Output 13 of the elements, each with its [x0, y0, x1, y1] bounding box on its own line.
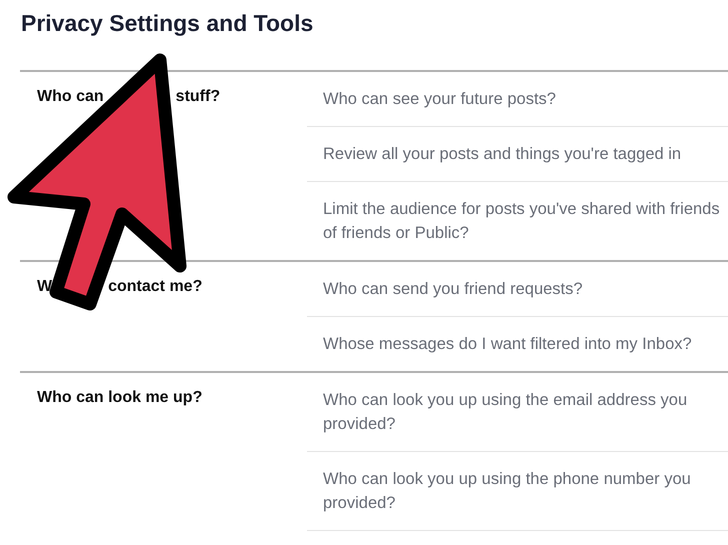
setting-link[interactable]: Who can look you up using the email address you provided?	[323, 388, 728, 436]
setting-link[interactable]: Who can see your future posts?	[323, 87, 556, 111]
setting-link[interactable]: Whose messages do I want filtered into my Inbox?	[323, 332, 692, 356]
section-label: Who can	[37, 88, 104, 106]
section-label: W	[37, 278, 52, 296]
setting-link[interactable]: Who can send you friend requests?	[323, 277, 583, 301]
section-label: Who can look me up?	[37, 389, 202, 407]
section-label: contact me?	[108, 278, 202, 296]
setting-link[interactable]: Who can look you up using the phone number you provided?	[323, 467, 728, 515]
setting-link[interactable]: Review all your posts and things you're tagged in	[323, 142, 682, 166]
setting-link[interactable]: Limit the audience for posts you've shared with friends of friends or Public?	[323, 197, 728, 245]
page-title: Privacy Settings and Tools	[20, 9, 314, 38]
section-label: stuff?	[176, 88, 220, 106]
